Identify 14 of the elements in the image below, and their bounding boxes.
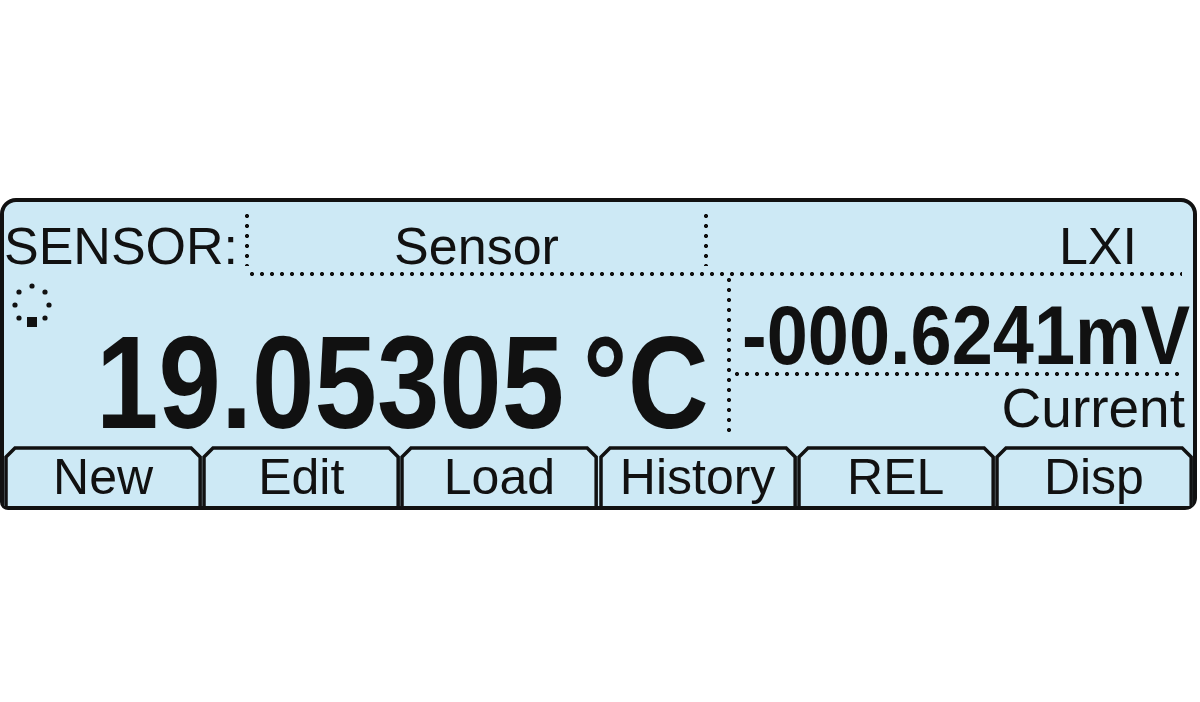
lxi-indicator: LXI <box>1058 220 1137 272</box>
function-label: Current <box>1001 381 1185 436</box>
unit-label: °C <box>583 330 709 436</box>
sensor-title: Sensor <box>394 220 559 272</box>
temperature-reading: 19.05305 <box>96 330 565 436</box>
softkey-button[interactable]: Edit <box>202 446 401 506</box>
softkey-button[interactable]: History <box>598 446 797 506</box>
dot-ring-icon <box>12 283 52 327</box>
voltage-reading: -000.6241mV <box>742 301 1190 369</box>
softkey-button[interactable]: Load <box>400 446 599 506</box>
softkey-button[interactable]: New <box>4 446 203 506</box>
sensor-label: SENSOR: <box>4 220 240 272</box>
softkey-button[interactable]: Disp <box>994 446 1193 506</box>
softkey-button[interactable]: REL <box>796 446 995 506</box>
